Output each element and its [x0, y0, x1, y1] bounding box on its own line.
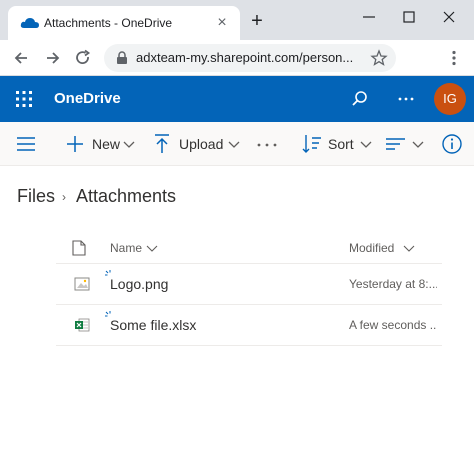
maximize-icon[interactable] [400, 8, 418, 26]
lock-icon [117, 51, 127, 64]
sort-icon [302, 135, 321, 153]
name-column-header[interactable]: Name [110, 232, 180, 264]
more-commands-icon[interactable] [257, 142, 277, 148]
minimize-icon[interactable] [360, 8, 378, 26]
avatar[interactable]: IG [434, 83, 466, 115]
chevron-down-icon [146, 245, 158, 252]
address-bar[interactable]: adxteam-my.sharepoint.com/person... [104, 44, 396, 72]
info-icon[interactable] [441, 133, 463, 155]
plus-icon [67, 136, 83, 152]
browser-tab[interactable]: Attachments - OneDrive × [8, 6, 240, 40]
new-tab-icon[interactable]: + [248, 11, 266, 31]
chevron-down-icon [412, 141, 424, 148]
browser-tab-strip: Attachments - OneDrive × + [0, 0, 474, 40]
image-file-icon [74, 277, 90, 291]
table-row[interactable]: Some file.xlsx A few seconds ... [56, 305, 442, 346]
onedrive-cloud-icon [20, 18, 39, 28]
excel-file-icon [75, 318, 90, 332]
sort-button[interactable]: Sort [302, 133, 374, 155]
browser-menu-icon[interactable] [445, 49, 463, 67]
chevron-down-icon [123, 141, 135, 148]
command-bar: New Upload Sort [0, 122, 474, 166]
search-icon[interactable] [350, 89, 370, 109]
view-options-button[interactable] [385, 133, 427, 155]
chevron-down-icon [403, 245, 415, 252]
more-options-icon[interactable] [396, 89, 416, 109]
modified-column-label: Modified [349, 241, 395, 255]
file-name-link[interactable]: Some file.xlsx [110, 317, 196, 333]
forward-arrow-icon[interactable] [44, 49, 62, 67]
table-row[interactable]: Logo.png Yesterday at 8:... [56, 264, 442, 305]
new-label: New [92, 136, 121, 152]
suite-header: OneDrive IG [0, 76, 474, 122]
upload-button[interactable]: Upload [154, 133, 244, 155]
upload-label: Upload [179, 136, 224, 152]
new-button[interactable]: New [66, 133, 142, 155]
tab-close-icon[interactable]: × [213, 14, 231, 32]
name-column-label: Name [110, 241, 143, 255]
file-modified: A few seconds ... [349, 318, 437, 332]
tab-title: Attachments - OneDrive [44, 16, 173, 30]
modified-column-header[interactable]: Modified [349, 232, 439, 264]
bookmark-star-icon[interactable] [370, 49, 388, 67]
reload-icon[interactable] [74, 49, 92, 67]
file-type-icon[interactable] [72, 240, 86, 256]
upload-arrow-icon [155, 134, 169, 153]
breadcrumb-current[interactable]: Attachments [76, 186, 176, 207]
navigation-menu-icon[interactable] [16, 135, 36, 153]
breadcrumb-files[interactable]: Files [17, 186, 55, 207]
browser-toolbar: adxteam-my.sharepoint.com/person... [0, 40, 474, 76]
breadcrumb-separator: › [62, 190, 66, 204]
file-name-link[interactable]: Logo.png [110, 276, 168, 292]
chevron-down-icon [360, 141, 372, 148]
url-text: adxteam-my.sharepoint.com/person... [136, 50, 354, 65]
app-launcher-icon[interactable] [14, 89, 34, 109]
app-title[interactable]: OneDrive [54, 90, 121, 107]
file-modified: Yesterday at 8:... [349, 277, 437, 291]
sort-label: Sort [328, 136, 354, 152]
back-arrow-icon[interactable] [12, 49, 30, 67]
window-close-icon[interactable] [440, 8, 458, 26]
view-options-icon [386, 138, 405, 150]
chevron-down-icon [228, 141, 240, 148]
list-header: Name Modified [56, 232, 442, 264]
